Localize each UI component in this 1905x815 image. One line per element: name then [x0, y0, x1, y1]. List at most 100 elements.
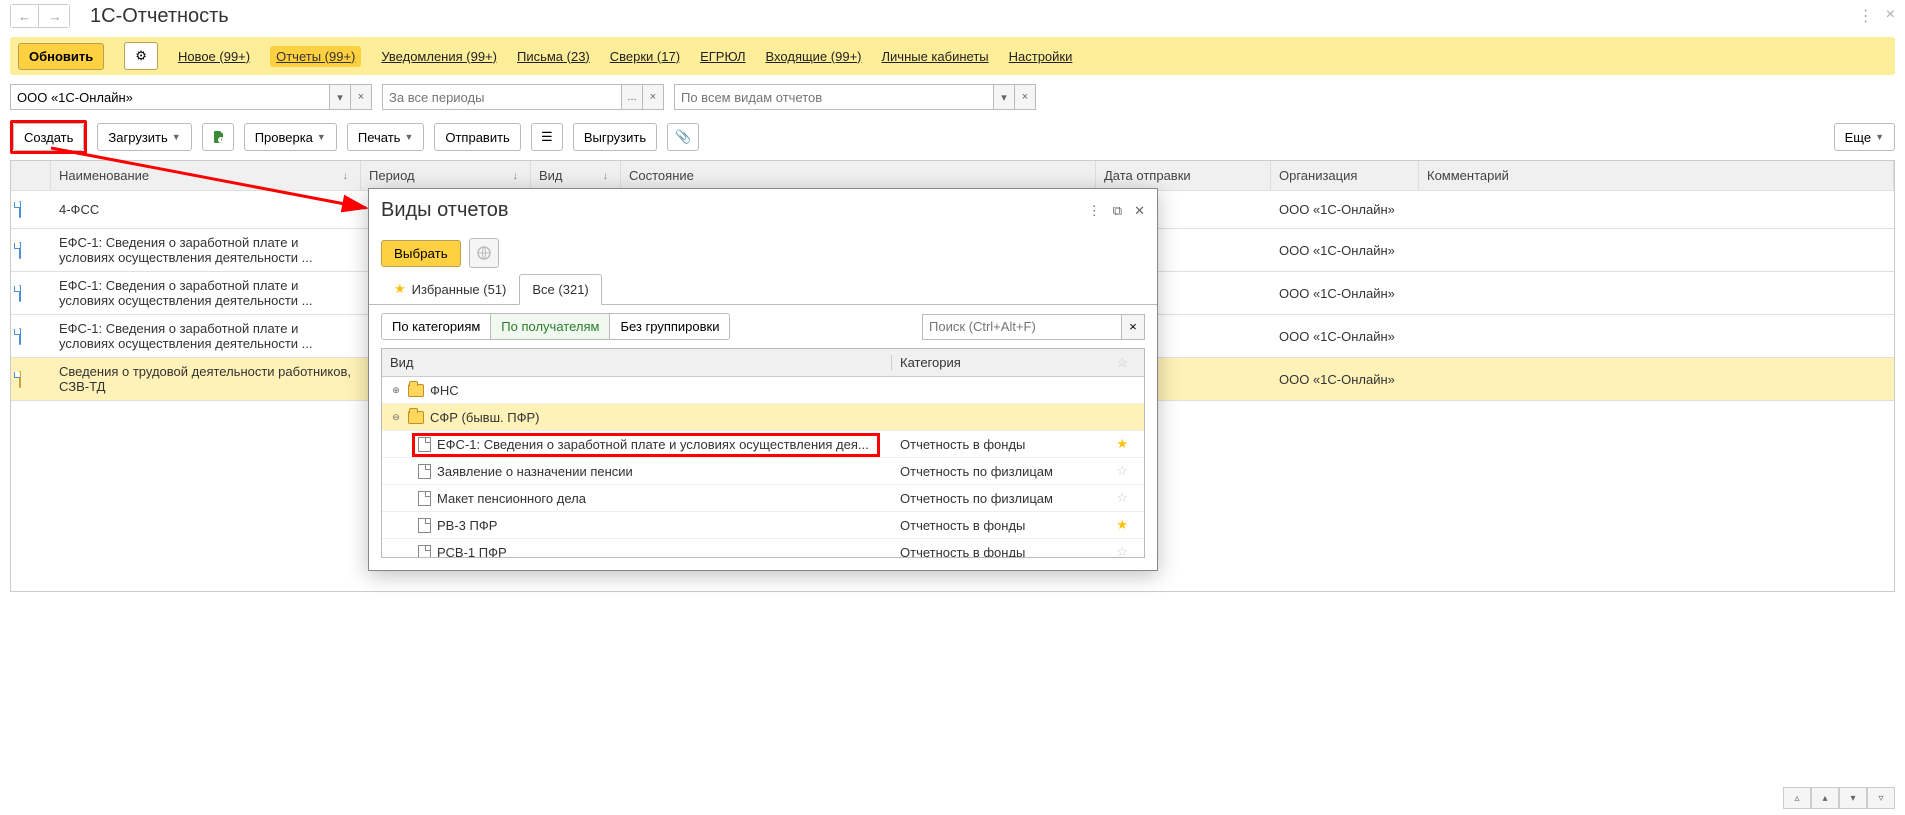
close-icon[interactable]: × — [1886, 6, 1895, 26]
favorite-star-icon[interactable]: ☆ — [1116, 463, 1136, 479]
choose-button[interactable]: Выбрать — [381, 240, 461, 267]
document-icon — [19, 371, 21, 388]
favorite-star-icon[interactable]: ★ — [1116, 517, 1136, 533]
more-button[interactable]: Еще▼ — [1834, 123, 1895, 151]
globe-button[interactable] — [469, 238, 499, 268]
nav-reconciliations[interactable]: Сверки (17) — [610, 49, 680, 64]
row-org: ООО «1С-Онлайн» — [1271, 372, 1419, 387]
col-icon[interactable] — [11, 161, 51, 190]
document-icon — [418, 518, 431, 533]
nav-back-button[interactable]: ← — [11, 5, 39, 27]
export-button[interactable]: Выгрузить — [573, 123, 657, 151]
col-date[interactable]: Дата отправки — [1096, 161, 1271, 190]
load-button[interactable]: Загрузить▼ — [97, 123, 191, 151]
expand-icon[interactable]: ⊕ — [390, 384, 402, 396]
col-period[interactable]: Период↓ — [361, 161, 531, 190]
attach-icon-button[interactable]: 📎 — [667, 123, 699, 151]
col-comment[interactable]: Комментарий — [1419, 161, 1894, 190]
print-button[interactable]: Печать▼ — [347, 123, 425, 151]
grouping-segment: По категориям По получателям Без группир… — [381, 313, 730, 340]
tree-col-vid[interactable]: Вид — [382, 355, 892, 370]
seg-by-recipient[interactable]: По получателям — [491, 314, 610, 339]
row-org: ООО «1С-Онлайн» — [1271, 329, 1419, 344]
table-header: Наименование↓ Период↓ Вид↓ Состояние Дат… — [11, 161, 1894, 191]
scroll-bottom-button[interactable]: ▿ — [1867, 787, 1895, 809]
scroll-top-button[interactable]: ▵ — [1783, 787, 1811, 809]
list-icon-button[interactable]: ☰ — [531, 123, 563, 151]
row-name: Сведения о трудовой деятельности работни… — [51, 364, 361, 394]
row-org: ООО «1С-Онлайн» — [1271, 243, 1419, 258]
type-dropdown-button[interactable]: ▾ — [993, 84, 1015, 110]
favorite-star-icon[interactable]: ☆ — [1116, 544, 1136, 557]
modal-close-icon[interactable]: ✕ — [1134, 203, 1145, 219]
modal-maximize-icon[interactable]: ⧉ — [1113, 203, 1122, 219]
tree-item-category: Отчетность по физлицам — [900, 491, 1053, 506]
favorite-star-icon[interactable]: ☆ — [1116, 490, 1136, 506]
tree-folder-sfr[interactable]: ⊖СФР (бывш. ПФР) — [382, 404, 1144, 431]
col-vid[interactable]: Вид↓ — [531, 161, 621, 190]
nav-cabinets[interactable]: Личные кабинеты — [882, 49, 989, 64]
scroll-pills: ▵ ▴ ▾ ▿ — [1783, 787, 1895, 809]
command-bar: Обновить ⚙ Новое (99+) Отчеты (99+) Увед… — [10, 37, 1895, 75]
create-button[interactable]: Создать — [13, 123, 84, 151]
nav-forward-button[interactable]: → — [41, 5, 69, 27]
refresh-button[interactable]: Обновить — [18, 43, 104, 70]
document-icon — [19, 285, 21, 302]
modal-search: × — [922, 314, 1145, 340]
col-state[interactable]: Состояние — [621, 161, 1096, 190]
tab-all[interactable]: Все (321) — [519, 274, 601, 305]
nav-notifications[interactable]: Уведомления (99+) — [381, 49, 497, 64]
nav-letters[interactable]: Письма (23) — [517, 49, 590, 64]
tree-item[interactable]: Заявление о назначении пенсии Отчетность… — [382, 458, 1144, 485]
type-filter: ▾ × — [674, 84, 1036, 110]
page-title: 1С-Отчетность — [90, 5, 229, 28]
nav-settings[interactable]: Настройки — [1009, 49, 1073, 64]
nav-incoming[interactable]: Входящие (99+) — [766, 49, 862, 64]
collapse-icon[interactable]: ⊖ — [390, 411, 402, 423]
tree-col-cat[interactable]: Категория☆ — [892, 355, 1144, 371]
scroll-up-button[interactable]: ▴ — [1811, 787, 1839, 809]
tree-header: Вид Категория☆ — [382, 349, 1144, 377]
org-filter: ▾ × — [10, 84, 372, 110]
tree-item[interactable]: РВ-3 ПФР Отчетность в фонды★ — [382, 512, 1144, 539]
modal-search-input[interactable] — [922, 314, 1122, 340]
row-name: 4-ФСС — [51, 202, 361, 217]
type-input[interactable] — [674, 84, 994, 110]
filter-row: ▾ × ... × ▾ × — [0, 80, 1905, 114]
nav-egrul[interactable]: ЕГРЮЛ — [700, 49, 745, 64]
org-input[interactable] — [10, 84, 330, 110]
modal-search-clear[interactable]: × — [1121, 314, 1145, 340]
tree-item-name: РВ-3 ПФР — [437, 518, 497, 533]
col-name[interactable]: Наименование↓ — [51, 161, 361, 190]
nav-reports[interactable]: Отчеты (99+) — [270, 46, 361, 67]
tree-folder-fns[interactable]: ⊕ФНС — [382, 377, 1144, 404]
tab-favorites[interactable]: ★Избранные (51) — [381, 274, 519, 304]
modal-menu-icon[interactable]: ⋮ — [1088, 203, 1101, 219]
tree-item-name: ЕФС-1: Сведения о заработной плате и усл… — [437, 437, 869, 452]
period-input[interactable] — [382, 84, 622, 110]
tree-item[interactable]: РСВ-1 ПФР Отчетность в фонды☆ — [382, 539, 1144, 557]
row-org: ООО «1С-Онлайн» — [1271, 286, 1419, 301]
settings-button[interactable]: ⚙ — [124, 42, 158, 70]
seg-by-category[interactable]: По категориям — [382, 314, 491, 339]
period-ellipsis-button[interactable]: ... — [621, 84, 643, 110]
org-clear-button[interactable]: × — [350, 84, 372, 110]
send-button[interactable]: Отправить — [434, 123, 520, 151]
modal-tabs: ★Избранные (51) Все (321) — [369, 274, 1157, 305]
reload-icon-button[interactable] — [202, 123, 234, 151]
nav-new[interactable]: Новое (99+) — [178, 49, 250, 64]
org-dropdown-button[interactable]: ▾ — [329, 84, 351, 110]
tree-item-name: Заявление о назначении пенсии — [437, 464, 633, 479]
tree-item[interactable]: ЕФС-1: Сведения о заработной плате и усл… — [382, 431, 1144, 458]
type-clear-button[interactable]: × — [1014, 84, 1036, 110]
tree-item-category: Отчетность в фонды — [900, 545, 1025, 558]
favorite-star-icon[interactable]: ★ — [1116, 436, 1136, 452]
col-org[interactable]: Организация — [1271, 161, 1419, 190]
period-clear-button[interactable]: × — [642, 84, 664, 110]
menu-dots-icon[interactable]: ⋮ — [1858, 6, 1874, 26]
scroll-down-button[interactable]: ▾ — [1839, 787, 1867, 809]
tree-item[interactable]: Макет пенсионного дела Отчетность по физ… — [382, 485, 1144, 512]
tree-body[interactable]: ⊕ФНС ⊖СФР (бывш. ПФР) ЕФС-1: Сведения о … — [382, 377, 1144, 557]
seg-no-grouping[interactable]: Без группировки — [610, 314, 729, 339]
check-button[interactable]: Проверка▼ — [244, 123, 337, 151]
